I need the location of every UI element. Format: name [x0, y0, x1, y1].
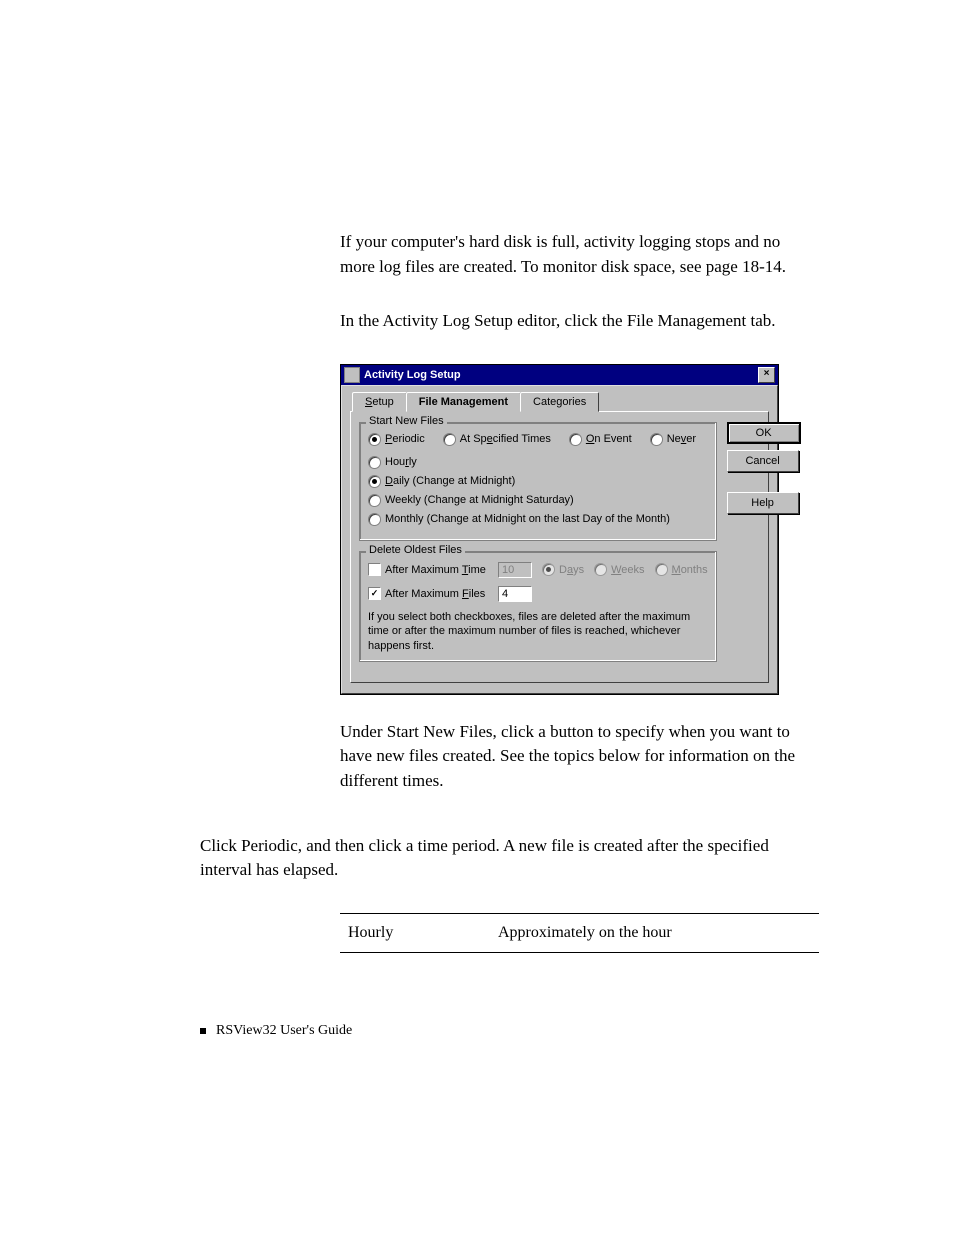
tab-strip: Setup File Management Categories: [352, 392, 769, 412]
radio-months: Months: [655, 563, 708, 576]
period-table: Hourly Approximately on the hour: [340, 913, 819, 953]
group-title-delete: Delete Oldest Files: [366, 544, 465, 556]
table-row: Hourly Approximately on the hour: [340, 918, 819, 948]
cancel-button[interactable]: Cancel: [727, 450, 799, 472]
radio-icon: [368, 456, 381, 469]
checkbox-icon: [368, 587, 381, 600]
cell-period: Hourly: [348, 924, 498, 942]
radio-monthly[interactable]: Monthly (Change at Midnight on the last …: [368, 513, 708, 526]
delete-note: If you select both checkboxes, files are…: [368, 610, 708, 653]
radio-weeks: Weeks: [594, 563, 644, 576]
input-max-time: 10: [498, 562, 532, 578]
radio-icon: [443, 433, 456, 446]
cell-description: Approximately on the hour: [498, 924, 811, 942]
radio-periodic[interactable]: Periodic: [368, 433, 425, 446]
radio-icon: [655, 563, 668, 576]
page-footer: RSView32 User's Guide: [200, 1023, 819, 1039]
radio-weekly[interactable]: Weekly (Change at Midnight Saturday): [368, 494, 708, 507]
group-delete-oldest-files: Delete Oldest Files After Maximum Time 1…: [359, 551, 717, 662]
tab-categories[interactable]: Categories: [520, 392, 599, 412]
dialog-screenshot: Activity Log Setup × Setup File Manageme…: [340, 364, 819, 695]
radio-icon: [594, 563, 607, 576]
paragraph-editor-instruction: In the Activity Log Setup editor, click …: [340, 309, 819, 334]
radio-icon: [542, 563, 555, 576]
group-title-start: Start New Files: [366, 415, 447, 427]
help-button[interactable]: Help: [727, 492, 799, 514]
close-icon[interactable]: ×: [758, 367, 775, 383]
footer-text: RSView32 User's Guide: [216, 1023, 352, 1039]
paragraph-start-new-files: Under Start New Files, click a button to…: [340, 720, 819, 794]
tab-setup[interactable]: Setup: [352, 392, 407, 412]
radio-icon: [368, 433, 381, 446]
radio-icon: [368, 513, 381, 526]
radio-at-specified-times[interactable]: At Specified Times: [443, 433, 551, 446]
bullet-icon: [200, 1028, 206, 1034]
input-max-files[interactable]: 4: [498, 586, 532, 602]
radio-icon: [368, 494, 381, 507]
checkbox-icon: [368, 563, 381, 576]
checkbox-after-max-files[interactable]: After Maximum Files: [368, 587, 488, 600]
window-title: Activity Log Setup: [364, 369, 758, 381]
checkbox-after-max-time[interactable]: After Maximum Time: [368, 563, 488, 576]
radio-icon: [650, 433, 663, 446]
radio-icon: [569, 433, 582, 446]
titlebar: Activity Log Setup ×: [341, 365, 778, 385]
tab-file-management[interactable]: File Management: [406, 392, 521, 412]
app-icon: [344, 367, 360, 383]
radio-hourly[interactable]: Hourly: [368, 456, 708, 469]
radio-never[interactable]: Never: [650, 433, 696, 446]
group-start-new-files: Start New Files Periodic At Specified Ti…: [359, 422, 717, 541]
radio-days: Days: [542, 563, 584, 576]
paragraph-periodic: Click Periodic, and then click a time pe…: [200, 834, 819, 883]
radio-daily[interactable]: Daily (Change at Midnight): [368, 475, 708, 488]
radio-icon: [368, 475, 381, 488]
radio-on-event[interactable]: On Event: [569, 433, 632, 446]
paragraph-disk-full: If your computer's hard disk is full, ac…: [340, 230, 819, 279]
ok-button[interactable]: OK: [727, 422, 801, 444]
